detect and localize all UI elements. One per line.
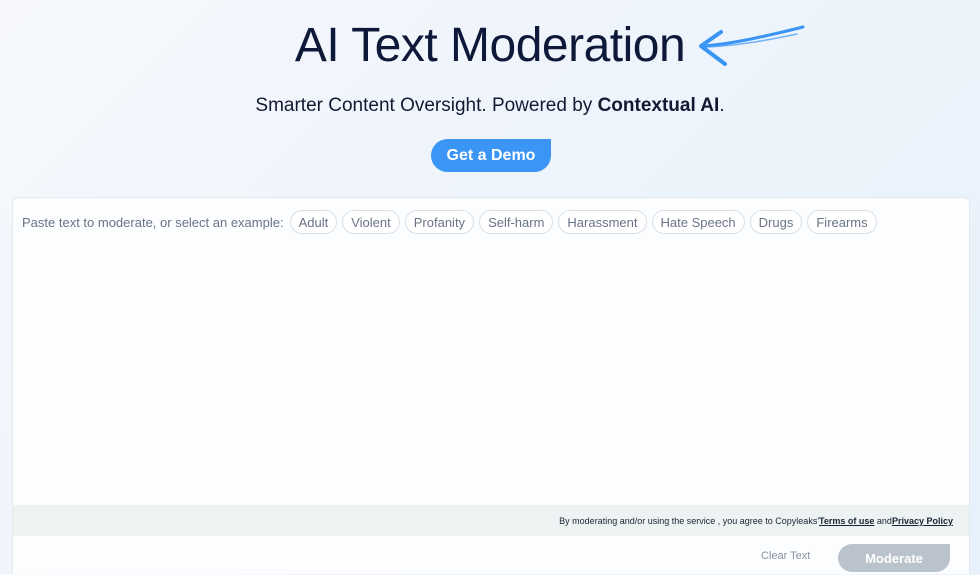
clear-text-button[interactable]: Clear Text xyxy=(761,546,810,566)
page-title: AI Text Moderation xyxy=(294,19,686,72)
terms-of-use-link[interactable]: Terms of use xyxy=(819,516,874,526)
example-chip-drugs[interactable]: Drugs xyxy=(749,210,803,234)
consent-and-text: and xyxy=(876,515,892,526)
moderation-text-input[interactable] xyxy=(13,244,973,508)
example-chip-self-harm[interactable]: Self-harm xyxy=(479,210,554,234)
consent-text: By moderating and/or using the service ,… xyxy=(559,515,820,526)
action-footer: Clear Text Moderate xyxy=(13,536,969,575)
subtitle-brand: Contextual AI xyxy=(597,95,720,116)
example-chip-firearms[interactable]: Firearms xyxy=(807,210,877,234)
moderation-panel: Paste text to moderate, or select an exa… xyxy=(12,197,973,575)
prompt-label: Paste text to moderate, or select an exa… xyxy=(22,214,284,230)
hand-drawn-arrow-left-icon xyxy=(699,25,805,66)
example-row: Paste text to moderate, or select an exa… xyxy=(22,210,882,234)
example-chip-hate-speech[interactable]: Hate Speech xyxy=(651,210,745,234)
hero-section: AI Text Moderation Smarter Content Overs… xyxy=(0,0,980,196)
get-demo-button[interactable]: Get a Demo xyxy=(431,139,551,172)
example-chip-adult[interactable]: Adult xyxy=(289,210,338,234)
example-chip-violent[interactable]: Violent xyxy=(342,210,400,234)
subtitle-suffix: . xyxy=(719,95,725,116)
consent-bar: By moderating and/or using the service ,… xyxy=(13,505,969,536)
example-chip-profanity[interactable]: Profanity xyxy=(404,210,475,234)
moderate-button[interactable]: Moderate xyxy=(838,544,950,572)
example-chip-harassment[interactable]: Harassment xyxy=(558,210,647,234)
page-subtitle: Smarter Content Oversight. Powered by Co… xyxy=(0,95,980,117)
privacy-policy-link[interactable]: Privacy Policy xyxy=(892,516,953,526)
subtitle-text: Smarter Content Oversight. Powered by xyxy=(255,95,598,116)
